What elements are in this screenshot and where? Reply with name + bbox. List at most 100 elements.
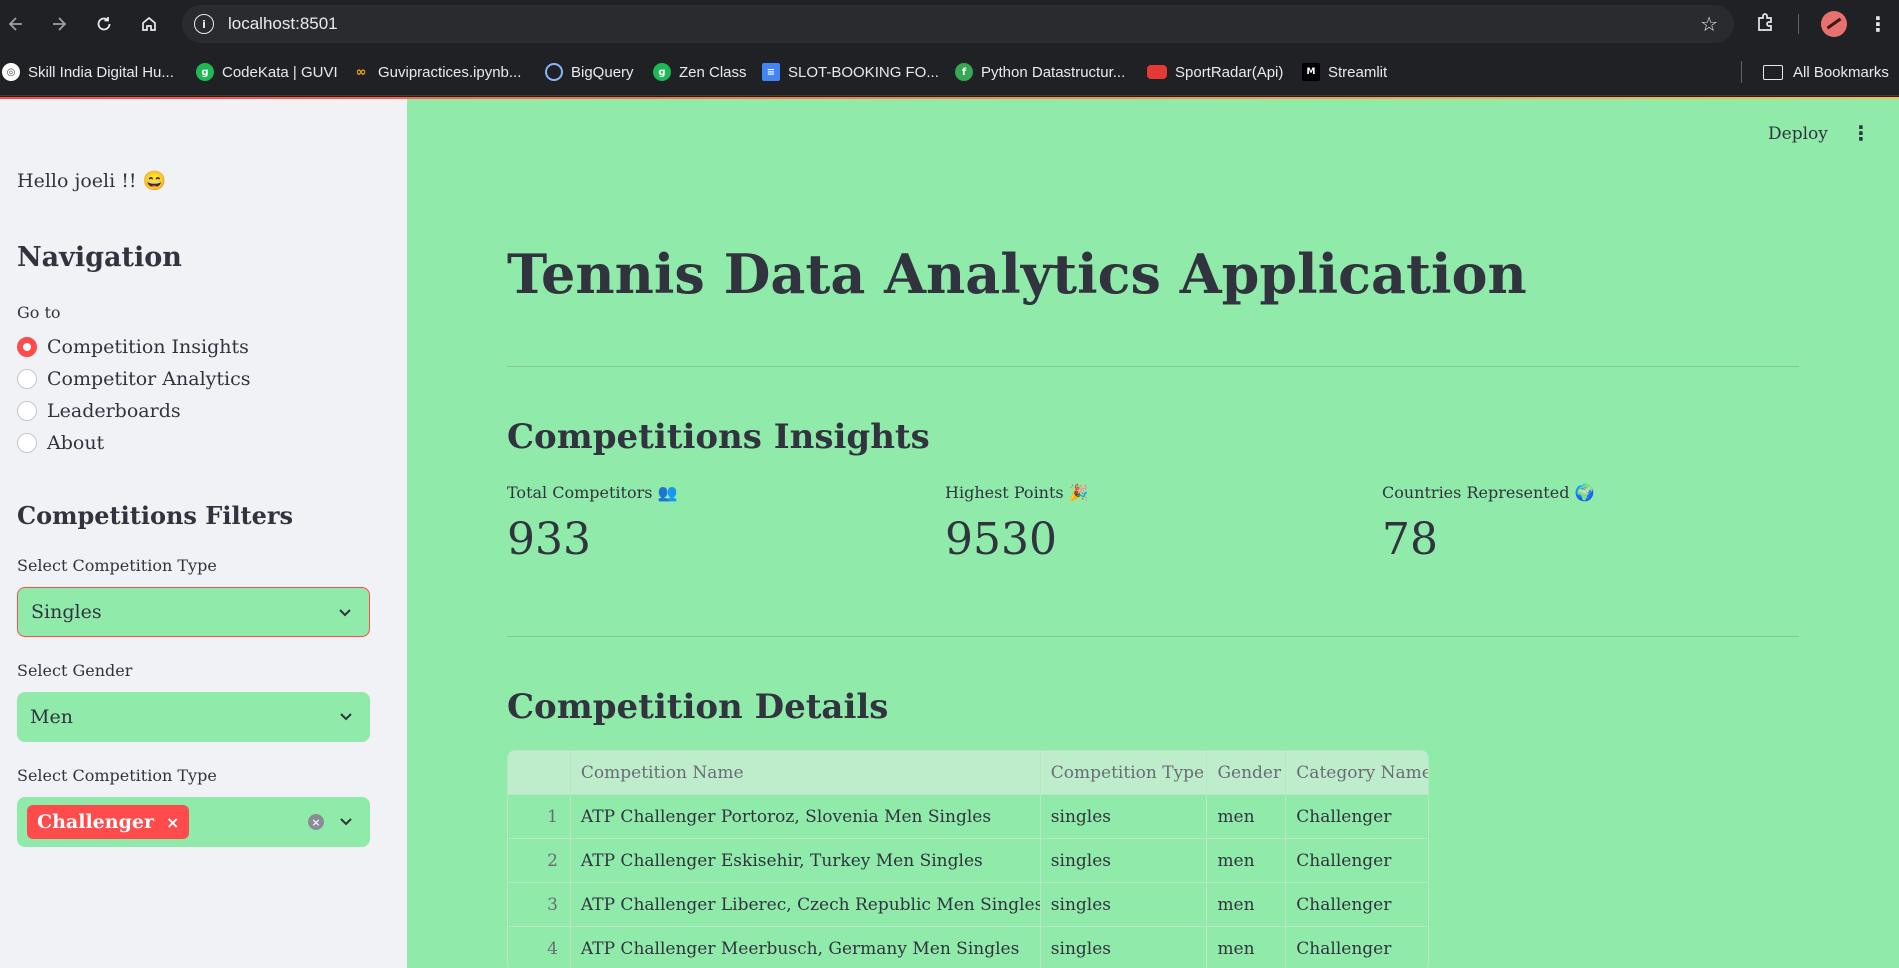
nav-radio-leaderboards[interactable]: Leaderboards (17, 397, 181, 425)
bookmark-label: BigQuery (571, 63, 634, 81)
tag-label: Challenger (37, 811, 154, 833)
site-info-icon[interactable]: i (194, 14, 214, 34)
chevron-down-icon[interactable] (336, 706, 356, 726)
toolbar-divider (1798, 14, 1799, 34)
bookmark-star-icon[interactable]: ☆ (1700, 12, 1718, 36)
sportradar-icon (1147, 65, 1167, 79)
deploy-button[interactable]: Deploy (1768, 124, 1828, 144)
nav-radio-competition-insights[interactable]: Competition Insights (17, 333, 249, 361)
sidebar: Hello joeli !! 😄 Navigation Go to Compet… (0, 99, 407, 968)
table-cell: 2 (508, 839, 571, 882)
remove-tag-icon[interactable]: × (166, 813, 179, 832)
skill-india-icon: ◎ (2, 63, 20, 81)
chevron-down-icon[interactable] (336, 811, 356, 831)
metric-value-highest-points: 9530 (945, 514, 1057, 565)
table-row[interactable]: 1 ATP Challenger Portoroz, Slovenia Men … (508, 795, 1428, 839)
gender-select[interactable]: Men (17, 692, 370, 742)
back-icon[interactable] (2, 10, 30, 38)
metric-value-countries: 78 (1382, 514, 1438, 565)
all-bookmarks-button[interactable]: All Bookmarks (1763, 61, 1889, 83)
table-header-cell[interactable] (508, 751, 571, 794)
radio-selected-icon[interactable] (17, 337, 37, 357)
table-row[interactable]: 4 ATP Challenger Meerbusch, Germany Men … (508, 927, 1428, 968)
metric-label-countries: Countries Represented 🌍 (1382, 483, 1595, 502)
bookmark-item[interactable]: M Streamlit (1302, 61, 1387, 83)
table-header-cell[interactable]: Competition Type (1041, 751, 1208, 794)
home-icon[interactable] (135, 10, 163, 38)
table-cell: men (1207, 927, 1287, 968)
table-cell: 4 (508, 927, 571, 968)
table-cell: Challenger (1296, 850, 1392, 871)
table-row[interactable]: 2 ATP Challenger Eskisehir, Turkey Men S… (508, 839, 1428, 883)
table-cell: ATP Challenger Liberec, Czech Republic M… (571, 883, 1041, 926)
category-multiselect[interactable]: Challenger × × (17, 797, 370, 847)
radio-icon[interactable] (17, 401, 37, 421)
table-header-cell[interactable]: Gender (1207, 751, 1287, 794)
table-row[interactable]: 3 ATP Challenger Liberec, Czech Republic… (508, 883, 1428, 927)
bookmark-item[interactable]: f Python Datastructur... (955, 61, 1125, 83)
divider (507, 636, 1799, 637)
bookmark-label: Skill India Digital Hu... (28, 63, 174, 81)
chevron-down-icon[interactable] (335, 602, 355, 622)
colab-icon: ∞ (355, 64, 367, 80)
metric-label-total-competitors: Total Competitors 👥 (507, 483, 678, 502)
bigquery-icon (545, 63, 563, 81)
competition-table[interactable]: Competition Name Competition Type Gender… (507, 750, 1429, 968)
gender-label: Select Gender (17, 661, 133, 680)
insights-heading: Competitions Insights (507, 417, 930, 457)
radio-icon[interactable] (17, 433, 37, 453)
bookmark-item[interactable]: ◎ Skill India Digital Hu... (2, 61, 174, 83)
browser-menu-icon[interactable]: ⋮ (1868, 11, 1888, 37)
bookmarks-bar: ◎ Skill India Digital Hu... g CodeKata |… (0, 48, 1899, 96)
table-cell: Challenger (1296, 806, 1392, 827)
browser-toolbar: i localhost:8501 ☆ ⋮ (0, 0, 1899, 48)
table-cell: ATP Challenger Meerbusch, Germany Men Si… (571, 927, 1041, 968)
all-bookmarks-label: All Bookmarks (1793, 63, 1889, 81)
medium-icon: M (1302, 63, 1320, 81)
greeting-text: Hello joeli !! 😄 (17, 170, 167, 192)
table-cell: ATP Challenger Portoroz, Slovenia Men Si… (571, 795, 1041, 838)
competition-type-select[interactable]: Singles (17, 587, 370, 637)
bookmark-label: Zen Class (679, 63, 747, 81)
table-cell: ATP Challenger Eskisehir, Turkey Men Sin… (571, 839, 1041, 882)
radio-label: About (47, 432, 105, 454)
radio-label: Competition Insights (47, 336, 249, 358)
address-bar[interactable]: i localhost:8501 ☆ (182, 5, 1734, 43)
select-value: Singles (31, 601, 102, 623)
table-cell: men (1207, 795, 1287, 838)
table-header-cell[interactable]: Category Name (1286, 751, 1428, 794)
select-value: Men (30, 706, 73, 728)
metric-value-total-competitors: 933 (507, 514, 591, 565)
category-label: Select Competition Type (17, 766, 217, 785)
nav-radio-competitor-analytics[interactable]: Competitor Analytics (17, 365, 251, 393)
reload-icon[interactable] (90, 10, 118, 38)
metric-label-highest-points: Highest Points 🎉 (945, 483, 1089, 502)
table-header-cell[interactable]: Competition Name (571, 751, 1041, 794)
bookmark-item[interactable]: ∞ Guvipractices.ipynb... (352, 61, 522, 83)
table-cell: singles (1041, 927, 1208, 968)
table-cell: Challenger (1296, 938, 1392, 959)
bookmark-label: Guvipractices.ipynb... (378, 63, 522, 81)
radio-icon[interactable] (17, 369, 37, 389)
table-cell: singles (1041, 839, 1208, 882)
guvi-icon: g (196, 63, 214, 81)
bookmark-label: Python Datastructur... (981, 63, 1126, 81)
bookmark-item[interactable]: g Zen Class (653, 61, 747, 83)
clear-all-icon[interactable]: × (308, 814, 324, 830)
main-content: Deploy ⋮ Tennis Data Analytics Applicati… (407, 99, 1899, 968)
bookmark-item[interactable]: BigQuery (545, 61, 634, 83)
forward-icon[interactable] (45, 10, 73, 38)
profile-avatar[interactable] (1821, 11, 1847, 37)
competition-type-label: Select Competition Type (17, 556, 217, 575)
main-menu-icon[interactable]: ⋮ (1851, 121, 1871, 147)
page-title: Tennis Data Analytics Application (507, 242, 1527, 306)
bookmark-item[interactable]: SportRadar(Api) (1147, 61, 1283, 83)
table-cell: singles (1041, 795, 1208, 838)
table-cell: men (1207, 883, 1287, 926)
category-tag-challenger[interactable]: Challenger × (27, 805, 190, 839)
nav-radio-about[interactable]: About (17, 429, 104, 457)
bookmark-item[interactable]: ≡ SLOT-BOOKING FO... (762, 61, 939, 83)
extensions-icon[interactable] (1754, 11, 1780, 37)
bookmark-item[interactable]: g CodeKata | GUVI (196, 61, 338, 83)
folder-icon (1763, 64, 1783, 80)
